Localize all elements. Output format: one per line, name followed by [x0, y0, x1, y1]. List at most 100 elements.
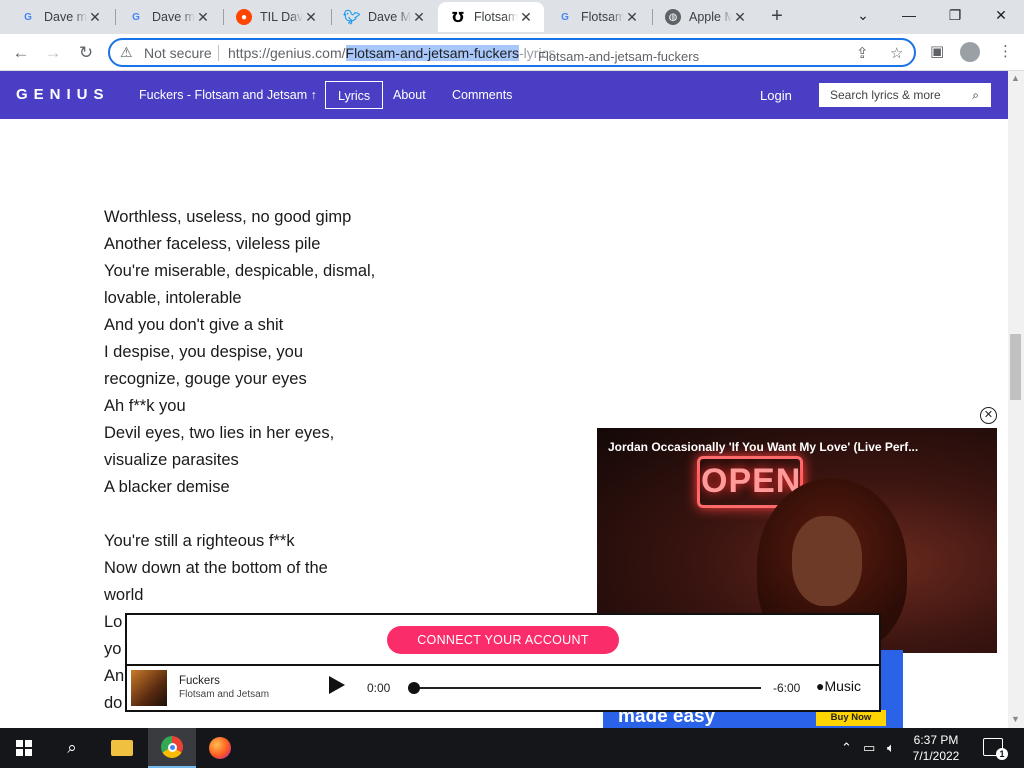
- tab-reddit[interactable]: ● TIL Dav ✕: [224, 2, 329, 32]
- warning-icon[interactable]: ⚠: [120, 44, 133, 61]
- lyric-line[interactable]: world: [104, 582, 434, 609]
- tab-dave-google-1[interactable]: G Dave m ✕: [8, 2, 113, 32]
- new-tab-button[interactable]: +: [766, 6, 788, 28]
- close-icon[interactable]: ✕: [303, 9, 319, 26]
- tab-flotsam-google[interactable]: G Flotsam ✕: [545, 2, 650, 32]
- minimize-button[interactable]: —: [889, 4, 929, 28]
- scroll-down-arrow[interactable]: ▼: [1011, 714, 1020, 724]
- close-icon[interactable]: ✕: [518, 9, 534, 26]
- stanza-gap: [104, 501, 434, 528]
- genius-logo[interactable]: GENIUS: [16, 86, 110, 103]
- video-title[interactable]: Jordan Occasionally 'If You Want My Love…: [608, 440, 918, 454]
- close-icon[interactable]: ✕: [624, 9, 640, 26]
- profile-avatar[interactable]: [960, 42, 980, 62]
- song-header-link[interactable]: Fuckers - Flotsam and Jetsam ↑: [139, 88, 317, 102]
- lyric-line[interactable]: recognize, gouge your eyes: [104, 366, 434, 393]
- lyric-line[interactable]: Now down at the bottom of the: [104, 555, 434, 582]
- lyric-line[interactable]: And you don't give a shit: [104, 312, 434, 339]
- network-icon[interactable]: ▭: [863, 740, 875, 756]
- lyric-line[interactable]: lovable, intolerable: [104, 285, 434, 312]
- twitter-icon: 🐦︎: [343, 8, 361, 25]
- chrome-taskbar-icon[interactable]: [148, 728, 196, 768]
- lyric-line[interactable]: You're still a righteous f**k: [104, 528, 434, 555]
- video-close-button[interactable]: ✕: [980, 407, 997, 424]
- tab-twitter[interactable]: 🐦︎ Dave M ✕: [332, 2, 437, 32]
- login-link[interactable]: Login: [760, 88, 792, 103]
- google-icon: G: [132, 11, 140, 23]
- chrome-icon: [161, 736, 183, 758]
- divider: [218, 45, 219, 61]
- scroll-up-arrow[interactable]: ▲: [1011, 73, 1020, 83]
- close-icon[interactable]: ✕: [195, 9, 211, 26]
- back-button[interactable]: ←: [8, 40, 34, 66]
- tab-dave-google-2[interactable]: G Dave m ✕: [116, 2, 221, 32]
- bookmark-star-icon[interactable]: ☆: [890, 44, 903, 62]
- lyric-line[interactable]: visualize parasites: [104, 447, 434, 474]
- search-icon[interactable]: ⌕: [48, 728, 96, 768]
- track-artist: Flotsam and Jetsam: [179, 689, 270, 700]
- scrollbar-thumb[interactable]: [1010, 334, 1021, 400]
- track-title: Fuckers: [179, 675, 220, 687]
- search-icon[interactable]: ⌕: [972, 83, 979, 107]
- share-icon[interactable]: ⇪: [856, 44, 869, 62]
- reload-button[interactable]: ↻: [73, 40, 99, 66]
- ad-buy-button[interactable]: Buy Now: [816, 710, 886, 726]
- apple-music-brand: Music: [824, 678, 862, 694]
- lyric-line[interactable]: Worthless, useless, no good gimp: [104, 204, 434, 231]
- side-panel-icon[interactable]: ▣: [930, 42, 944, 60]
- apple-music-logo[interactable]: ●Music: [816, 678, 861, 694]
- close-icon[interactable]: ✕: [87, 9, 103, 26]
- tab-search-button[interactable]: ⌄: [843, 4, 883, 28]
- tab-genius-active[interactable]: ℧ Flotsam ✕: [438, 2, 544, 32]
- lyric-line[interactable]: Devil eyes, two lies in her eyes,: [104, 420, 434, 447]
- browser-toolbar: ← → ↻ ⚠ Not secure https://genius.com/Fl…: [0, 34, 1024, 71]
- genius-header: GENIUS Fuckers - Flotsam and Jetsam ↑ Ly…: [0, 71, 1008, 119]
- close-icon[interactable]: ✕: [732, 9, 748, 26]
- tab-title: Flotsam: [581, 10, 624, 24]
- notification-icon[interactable]: 1: [983, 738, 1008, 760]
- file-explorer-icon[interactable]: [98, 728, 146, 768]
- chevron-up-icon[interactable]: ⌃: [841, 740, 852, 756]
- album-art: [131, 670, 167, 706]
- nav-about[interactable]: About: [393, 81, 426, 109]
- start-button[interactable]: [0, 728, 48, 768]
- security-status[interactable]: Not secure: [144, 45, 212, 61]
- url-text[interactable]: https://genius.com/Flotsam-and-jetsam-fu…: [228, 45, 556, 61]
- tab-title: TIL Dav: [260, 10, 303, 24]
- clock-time: 6:37 PM: [913, 733, 959, 747]
- menu-kebab-icon[interactable]: ⋮: [998, 42, 1013, 60]
- nav-comments[interactable]: Comments: [452, 81, 512, 109]
- search-input[interactable]: Search lyrics & more ⌕: [819, 83, 991, 107]
- close-icon[interactable]: ✕: [411, 9, 427, 26]
- lyric-line[interactable]: You're miserable, despicable, dismal,: [104, 258, 434, 285]
- volume-icon[interactable]: 🔈︎: [887, 740, 895, 756]
- url-suggestion: Flotsam-and-jetsam-fuckers: [538, 49, 700, 64]
- notification-count: 1: [996, 748, 1008, 760]
- restore-button[interactable]: ❐: [935, 4, 975, 28]
- genius-icon: ℧: [452, 8, 464, 25]
- screen: G Dave m ✕ G Dave m ✕ ● TIL Dav ✕ 🐦︎ Dav…: [0, 0, 1024, 768]
- firefox-taskbar-icon[interactable]: [196, 728, 244, 768]
- player-divider: [127, 664, 879, 666]
- url-selection: Flotsam-and-jetsam-fuckers: [345, 45, 520, 61]
- song-header-title: Fuckers - Flotsam and Jetsam: [139, 88, 308, 102]
- tab-apple-music[interactable]: ◍ Apple M ✕: [653, 2, 758, 32]
- arrow-up-icon: ↑: [310, 88, 317, 102]
- connect-account-button[interactable]: CONNECT YOUR ACCOUNT: [387, 626, 619, 654]
- taskbar-clock[interactable]: 6:37 PM 7/1/2022: [906, 732, 966, 764]
- play-icon[interactable]: [329, 676, 345, 694]
- reddit-icon: ●: [236, 9, 252, 25]
- globe-icon: ◍: [665, 9, 681, 25]
- window-close-button[interactable]: ✕: [981, 4, 1021, 28]
- address-bar[interactable]: ⚠ Not secure https://genius.com/Flotsam-…: [108, 38, 916, 67]
- lyric-line[interactable]: I despise, you despise, you: [104, 339, 434, 366]
- time-elapsed: 0:00: [367, 681, 391, 695]
- lyric-line[interactable]: Another faceless, vileless pile: [104, 231, 434, 258]
- forward-button[interactable]: →: [40, 40, 66, 66]
- nav-lyrics[interactable]: Lyrics: [325, 81, 384, 109]
- tab-title: Dave m: [152, 10, 195, 24]
- lyric-line[interactable]: Ah f**k you: [104, 393, 434, 420]
- lyric-line[interactable]: A blacker demise: [104, 474, 434, 501]
- progress-track[interactable]: [414, 687, 761, 689]
- progress-knob[interactable]: [408, 682, 420, 694]
